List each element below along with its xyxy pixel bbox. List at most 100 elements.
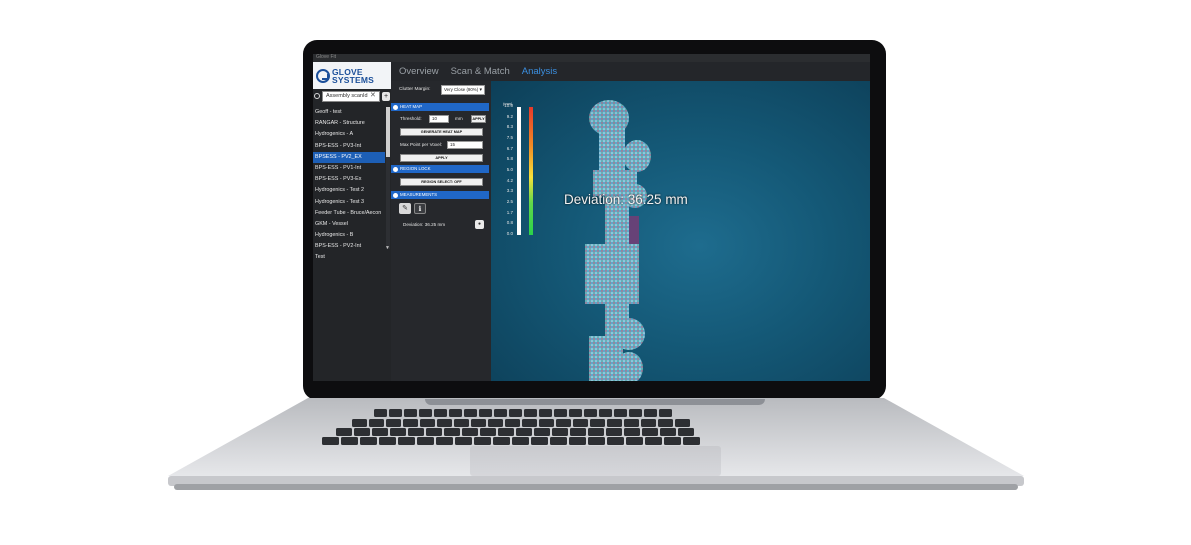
keyboard-key: [629, 409, 642, 417]
scan-list: Geoff - test RANGAR - Structure Hydrogen…: [313, 107, 385, 264]
clear-search-icon[interactable]: ✕: [370, 92, 376, 100]
keyboard-key: [498, 428, 514, 436]
keyboard-key: [588, 437, 605, 445]
keyboard-key: [403, 419, 418, 427]
trackpad[interactable]: [470, 446, 721, 476]
colorbar-tick-label: 0.8: [506, 220, 513, 226]
keyboard-key: [389, 409, 402, 417]
keyboard-key: [420, 419, 435, 427]
scrollbar-thumb[interactable]: [386, 107, 390, 157]
keyboard-key: [494, 409, 507, 417]
keyboard-key: [522, 419, 537, 427]
clutter-margin-value: Very Close (90%): [444, 87, 479, 92]
3d-viewport[interactable]: (mm) 10.0 9.2 8.3 7.5 6.7 5.8 5.0 4.2 3.3 2.5 1.7 0…: [491, 81, 870, 381]
keyboard-key: [614, 409, 627, 417]
collapse-icon: [393, 104, 398, 110]
keyboard-key: [479, 409, 492, 417]
clutter-margin-select[interactable]: Very Close (90%) ▾: [441, 85, 485, 95]
list-item[interactable]: Feeder Tube - Bruce/Aecon: [313, 208, 385, 219]
colorbar-tick-label: 1.7: [506, 209, 513, 215]
list-item[interactable]: BPS-ESS - PV2-Int: [313, 241, 385, 252]
keyboard-key: [588, 428, 604, 436]
search-icon: [314, 93, 320, 99]
tab-analysis[interactable]: Analysis: [522, 66, 557, 77]
keyboard-key: [436, 437, 453, 445]
keyboard-key: [462, 428, 478, 436]
logo-text: GLOVE SYSTEMS: [332, 67, 374, 84]
tab-overview[interactable]: Overview: [399, 66, 439, 77]
list-item[interactable]: Hydrogenics - Test 2: [313, 185, 385, 196]
threshold-apply-button[interactable]: APPLY: [471, 115, 486, 123]
ruler-tool-icon[interactable]: ✎: [399, 203, 411, 214]
keyboard-key: [454, 419, 469, 427]
colorbar-frame: [517, 107, 521, 235]
keyboard-key: [390, 428, 406, 436]
keyboard-key: [369, 419, 384, 427]
list-item[interactable]: RANGAR - Structure: [313, 118, 385, 129]
keyboard-key: [419, 409, 432, 417]
keyboard-key: [379, 437, 396, 445]
keyboard-key: [516, 428, 532, 436]
keyboard-key: [645, 437, 662, 445]
list-item[interactable]: Hydrogenics - B: [313, 230, 385, 241]
keyboard-key: [336, 428, 352, 436]
max-point-apply-button[interactable]: APPLY: [400, 154, 483, 162]
collapse-icon: [393, 192, 398, 198]
keyboard-key: [550, 437, 567, 445]
scroll-down-icon[interactable]: ▼: [385, 245, 390, 251]
measurements-header[interactable]: MEASUREMENTS: [391, 191, 489, 199]
list-item[interactable]: Geoff - test: [313, 107, 385, 118]
keyboard-key: [626, 437, 643, 445]
region-select-button[interactable]: REGION SELECT: OFF: [400, 178, 483, 186]
keyboard-key: [480, 428, 496, 436]
max-point-label: Max Point per Voxel:: [400, 142, 443, 147]
keyboard-key: [644, 409, 657, 417]
keyboard-key: [570, 428, 586, 436]
list-item[interactable]: BPS-ESS - PV1-Int: [313, 163, 385, 174]
list-item[interactable]: Test: [313, 252, 385, 263]
generate-heat-map-button[interactable]: GENERATE HEAT MAP: [400, 128, 483, 136]
max-point-input[interactable]: 15: [447, 141, 483, 149]
colorbar-tick-label: 0.0: [506, 231, 513, 236]
keyboard-key: [569, 437, 586, 445]
collapse-icon: [393, 166, 398, 172]
keyboard-key: [590, 419, 605, 427]
keyboard-key: [474, 437, 491, 445]
keyboard-key: [352, 419, 367, 427]
tab-scan-match[interactable]: Scan & Match: [451, 66, 510, 77]
list-item[interactable]: BPS-ESS - PV3-Ex: [313, 174, 385, 185]
list-item[interactable]: GKM - Vessel: [313, 219, 385, 230]
keyboard-key: [341, 437, 358, 445]
keyboard-key: [386, 419, 401, 427]
list-item[interactable]: BPS-ESS - PV3-Int: [313, 141, 385, 152]
list-item-selected[interactable]: BPSESS - PV2_EX: [313, 151, 385, 163]
list-scrollbar[interactable]: ▼: [385, 107, 390, 251]
keyboard-key: [659, 409, 672, 417]
add-scan-button[interactable]: +: [382, 92, 390, 101]
threshold-unit: mm: [455, 116, 463, 121]
chevron-down-icon: ▾: [479, 87, 482, 93]
colorbar-tick-label: 3.3: [506, 188, 513, 194]
keyboard-key: [642, 428, 658, 436]
keyboard-key: [569, 409, 582, 417]
colorbar-tick-label: 4.2: [506, 177, 513, 183]
list-item[interactable]: Hydrogenics - Test 3: [313, 197, 385, 208]
keyboard-key: [493, 437, 510, 445]
measurements-title: MEASUREMENTS: [400, 192, 438, 197]
list-item[interactable]: Hydrogenics - A: [313, 129, 385, 140]
keyboard-key: [554, 409, 567, 417]
keyboard-key: [455, 437, 472, 445]
heat-map-header[interactable]: HEAT MAP: [391, 103, 489, 111]
region-lock-header[interactable]: REGION LOCK: [391, 165, 489, 173]
keyboard-key: [374, 409, 387, 417]
keyboard-key: [660, 428, 676, 436]
keyboard-key: [398, 437, 415, 445]
delete-measurement-icon[interactable]: ●: [475, 220, 484, 229]
threshold-input[interactable]: 10: [429, 115, 449, 123]
keyboard-key: [606, 428, 622, 436]
keyboard-key: [354, 428, 370, 436]
keyboard-key: [678, 428, 694, 436]
threshold-label: Threshold:: [400, 116, 422, 121]
info-tool-icon[interactable]: ℹ: [414, 203, 426, 214]
brand-logo: GLOVE SYSTEMS: [313, 62, 391, 89]
